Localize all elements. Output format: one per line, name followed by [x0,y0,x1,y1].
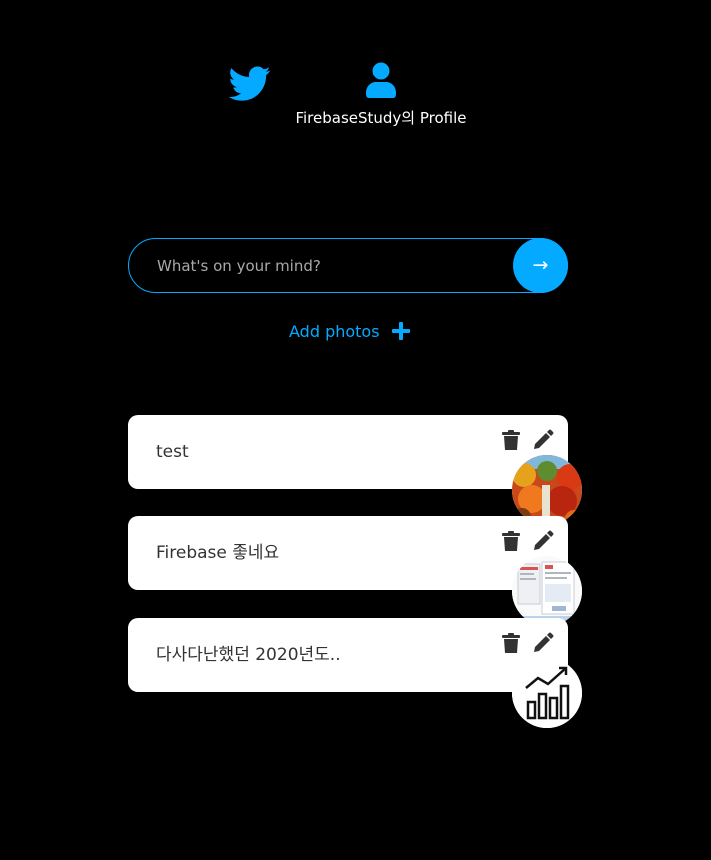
delete-tweet-button[interactable] [500,632,522,654]
top-navigation: FirebaseStudy의 Profile [0,0,711,140]
tweet-card: test [128,415,582,525]
trash-icon [502,430,520,450]
tweet-card: 다사다난했던 2020년도.. [128,618,582,728]
screenshot-thumbnail-photo [512,556,582,626]
tweet-attachment-photo [512,658,582,728]
submit-tweet-button[interactable]: → [513,238,568,293]
delete-tweet-button[interactable] [500,429,522,451]
trash-icon [502,531,520,551]
add-photos-label: Add photos [289,321,380,341]
profile-link[interactable]: FirebaseStudy의 Profile [285,62,477,136]
tweet-actions [500,429,554,451]
trash-icon [502,633,520,653]
home-link[interactable] [228,66,271,102]
edit-tweet-button[interactable] [532,429,554,451]
add-photos-button[interactable]: Add photos [289,318,410,344]
pencil-icon [534,429,554,449]
tweet-text: 다사다난했던 2020년도.. [156,645,341,665]
tweet-text: Firebase 좋네요 [156,543,280,563]
delete-tweet-button[interactable] [500,530,522,552]
tweet-composer: → [128,238,568,293]
bar-chart-growth-photo [512,658,582,728]
pencil-icon [534,530,554,550]
tweet-actions [500,530,554,552]
tweet-card: Firebase 좋네요 [128,516,582,626]
tweet-actions [500,632,554,654]
profile-label: FirebaseStudy의 Profile [295,109,467,127]
tweet-text: test [156,442,189,462]
twitter-bird-icon [228,66,271,101]
tweet-attachment-photo [512,556,582,626]
user-icon [366,62,396,98]
edit-tweet-button[interactable] [532,530,554,552]
pencil-icon [534,632,554,652]
tweet-input[interactable] [128,238,568,293]
edit-tweet-button[interactable] [532,632,554,654]
tweet-attachment-photo [512,455,582,525]
plus-icon [391,322,410,340]
autumn-foliage-photo [512,455,582,525]
